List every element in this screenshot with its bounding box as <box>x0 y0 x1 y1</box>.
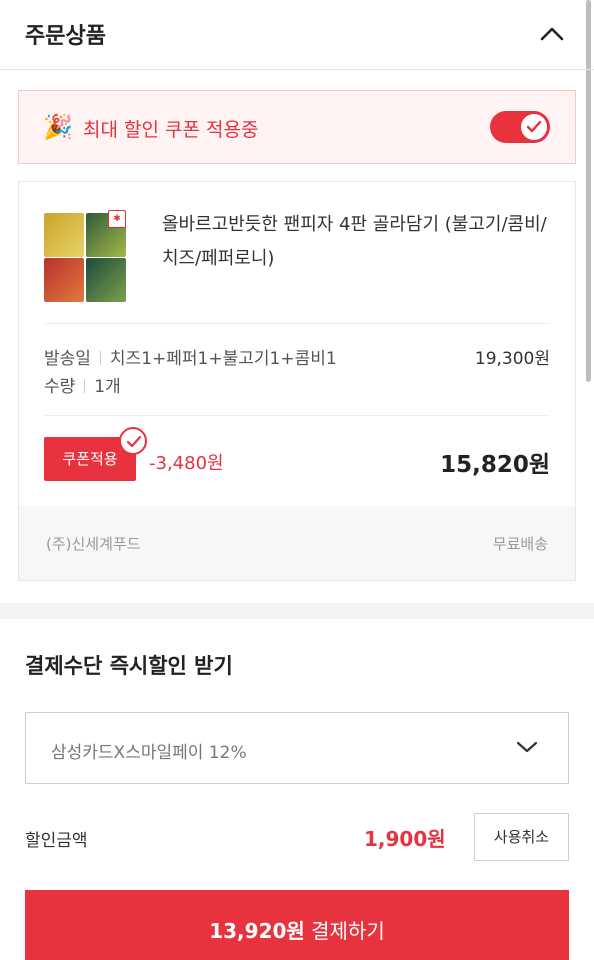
discount-amount-value: 1,900원 <box>364 827 446 851</box>
section-title: 주문상품 <box>25 24 106 49</box>
seller-footer: (주)신세계푸드 무료배송 <box>19 506 575 580</box>
check-icon <box>526 120 542 133</box>
pizza-box-image <box>44 258 84 302</box>
coupon-banner: 🎉 최대 할인 쿠폰 적용중 <box>18 90 576 164</box>
card-discount-select[interactable]: 삼성카드X스마일페이 12% <box>25 712 569 784</box>
product-name[interactable]: 올바르고반듯한 팬피자 4판 골라담기 (불고기/콤비/치즈/페퍼로니) <box>162 208 562 276</box>
toggle-knob <box>521 114 547 140</box>
ship-date-label: 발송일 <box>44 349 91 369</box>
quantity-row: 수량 1개 <box>44 372 121 397</box>
option-value: 치즈1+페퍼1+불고기1+콤비1 <box>109 349 337 369</box>
party-popper-icon: 🎉 <box>43 113 73 141</box>
seller-name: (주)신세계푸드 <box>46 535 141 553</box>
coupon-check-badge <box>119 427 147 455</box>
option-price: 19,300원 <box>474 349 550 369</box>
qty-label: 수량 <box>44 377 76 397</box>
option-row: 발송일 치즈1+페퍼1+불고기1+콤비1 <box>44 344 337 369</box>
chevron-down-icon <box>516 739 538 759</box>
section-divider <box>0 603 594 619</box>
payment-section-title: 결제수단 즉시할인 받기 <box>25 654 233 678</box>
brand-badge-icon: ✱ <box>108 210 126 228</box>
coupon-banner-label: 최대 할인 쿠폰 적용중 <box>83 119 259 141</box>
pay-amount: 13,920원 <box>209 919 305 943</box>
divider <box>44 415 550 416</box>
cancel-discount-button[interactable]: 사용취소 <box>474 813 569 861</box>
product-thumbnail[interactable]: ✱ <box>44 210 128 302</box>
pay-button[interactable]: 13,920원 결제하기 <box>25 890 569 960</box>
final-price: 15,820원 <box>440 452 550 478</box>
coupon-toggle[interactable] <box>490 111 550 143</box>
pay-label: 결제하기 <box>311 919 385 943</box>
pizza-box-image <box>44 213 84 257</box>
shipping-info: 무료배송 <box>492 535 548 553</box>
order-products-header[interactable]: 주문상품 <box>0 0 594 70</box>
chevron-up-icon[interactable] <box>538 20 566 48</box>
coupon-discount: -3,480원 <box>149 453 224 474</box>
discount-amount-label: 할인금액 <box>25 831 88 851</box>
selected-card-option: 삼성카드X스마일페이 12% <box>51 743 247 763</box>
divider <box>44 323 550 324</box>
product-card: ✱ 올바르고반듯한 팬피자 4판 골라담기 (불고기/콤비/치즈/페퍼로니) 발… <box>18 181 576 581</box>
qty-value: 1개 <box>94 377 121 397</box>
pizza-box-image <box>86 258 126 302</box>
check-icon <box>126 435 142 448</box>
